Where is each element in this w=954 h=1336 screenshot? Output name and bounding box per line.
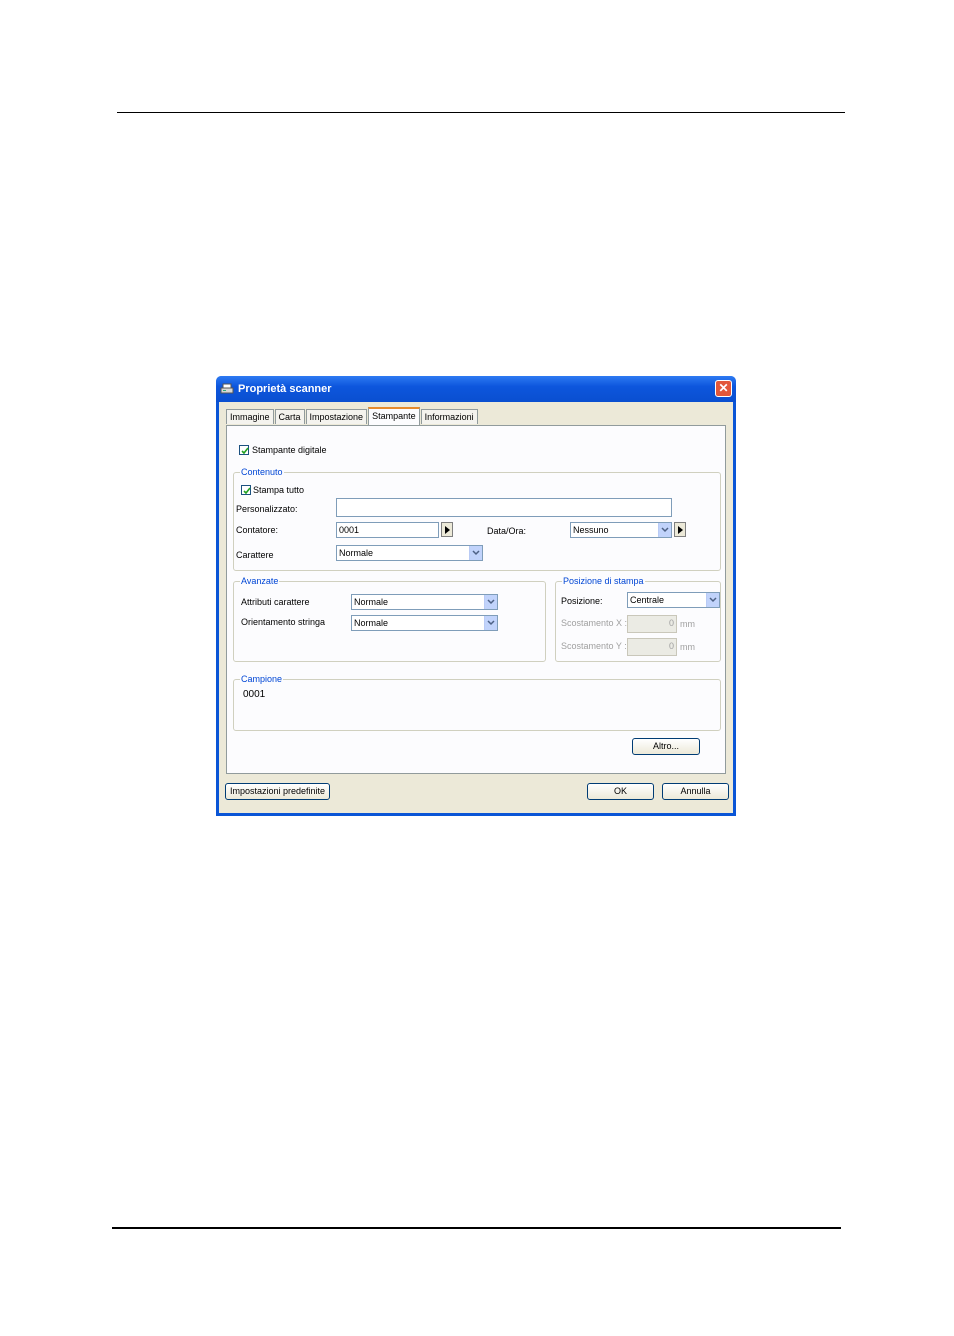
print-position-legend: Posizione di stampa xyxy=(562,576,645,586)
chevron-down-icon[interactable] xyxy=(469,546,482,560)
title-bar[interactable]: Proprietà scanner ✕ xyxy=(216,376,736,402)
custom-text-input[interactable] xyxy=(336,498,672,517)
custom-label: Personalizzato: xyxy=(236,504,298,514)
digital-printer-label: Stampante digitale xyxy=(252,445,327,455)
close-button[interactable]: ✕ xyxy=(715,380,732,397)
scanner-properties-dialog: Proprietà scanner ✕ Immagine Carta Impos… xyxy=(216,376,736,816)
position-value: Centrale xyxy=(630,595,665,605)
font-label: Carattere xyxy=(236,550,274,560)
orientation-value: Normale xyxy=(354,618,389,628)
other-button[interactable]: Altro... xyxy=(632,738,700,755)
cancel-button[interactable]: Annulla xyxy=(662,783,729,800)
tab-immagine[interactable]: Immagine xyxy=(226,409,274,424)
print-all-label: Stampa tutto xyxy=(253,485,305,495)
content-group: Contenuto Stampa tutto Personalizzato: C… xyxy=(233,467,721,571)
offset-y-input[interactable]: 0 xyxy=(627,638,677,656)
counter-input[interactable]: 0001 xyxy=(336,522,439,538)
attributes-label: Attributi carattere xyxy=(241,597,310,607)
position-label: Posizione: xyxy=(561,596,603,606)
printer-tab-panel: Stampante digitale Contenuto Stampa tutt… xyxy=(226,425,726,774)
orientation-label: Orientamento stringa xyxy=(241,617,326,627)
chevron-down-icon[interactable] xyxy=(658,523,671,537)
tab-stampante[interactable]: Stampante xyxy=(368,407,420,425)
print-all-checkbox[interactable] xyxy=(241,485,251,495)
offset-x-unit: mm xyxy=(680,619,695,629)
counter-arrow-button[interactable] xyxy=(441,522,453,537)
datetime-value: Nessuno xyxy=(573,525,609,535)
close-icon: ✕ xyxy=(718,381,729,395)
offset-x-label: Scostamento X : xyxy=(561,618,628,628)
advanced-legend: Avanzate xyxy=(240,576,280,586)
tab-strip: Immagine Carta Impostazione Stampante In… xyxy=(226,407,479,425)
chevron-down-icon[interactable] xyxy=(484,616,497,630)
datetime-label: Data/Ora: xyxy=(487,526,527,536)
content-legend: Contenuto xyxy=(240,467,284,477)
play-arrow-icon xyxy=(678,526,683,534)
sample-legend: Campione xyxy=(240,674,284,684)
top-rule xyxy=(117,112,845,113)
checkmark-icon xyxy=(243,487,251,495)
datetime-arrow-button[interactable] xyxy=(674,522,686,537)
position-select[interactable]: Centrale xyxy=(627,592,720,608)
sample-group: Campione 0001 xyxy=(233,674,721,731)
print-position-group: Posizione di stampa Posizione: Centrale … xyxy=(555,576,721,662)
tab-impostazione[interactable]: Impostazione xyxy=(305,409,368,424)
checkmark-icon xyxy=(241,447,249,455)
play-arrow-icon xyxy=(445,526,450,534)
offset-x-input[interactable]: 0 xyxy=(627,615,677,633)
advanced-group: Avanzate Attributi carattere Normale Ori… xyxy=(233,576,546,662)
chevron-down-icon[interactable] xyxy=(484,595,497,609)
chevron-down-icon[interactable] xyxy=(706,593,719,607)
font-value: Normale xyxy=(339,548,374,558)
sample-text: 0001 xyxy=(243,689,266,700)
font-select[interactable]: Normale xyxy=(336,545,483,561)
window-title: Proprietà scanner xyxy=(238,383,332,395)
datetime-select[interactable]: Nessuno xyxy=(570,522,672,538)
bottom-rule xyxy=(112,1227,841,1229)
dialog-client-area: Immagine Carta Impostazione Stampante In… xyxy=(219,402,733,813)
offset-y-label: Scostamento Y : xyxy=(561,641,627,651)
attributes-value: Normale xyxy=(354,597,389,607)
ok-button[interactable]: OK xyxy=(587,783,654,800)
tab-informazioni[interactable]: Informazioni xyxy=(420,409,478,424)
attributes-select[interactable]: Normale xyxy=(351,594,498,610)
defaults-button[interactable]: Impostazioni predefinite xyxy=(225,783,330,800)
scanner-icon xyxy=(220,383,234,394)
tab-carta[interactable]: Carta xyxy=(274,409,305,424)
digital-printer-checkbox[interactable] xyxy=(239,445,249,455)
offset-y-unit: mm xyxy=(680,642,695,652)
counter-label: Contatore: xyxy=(236,525,279,535)
orientation-select[interactable]: Normale xyxy=(351,615,498,631)
